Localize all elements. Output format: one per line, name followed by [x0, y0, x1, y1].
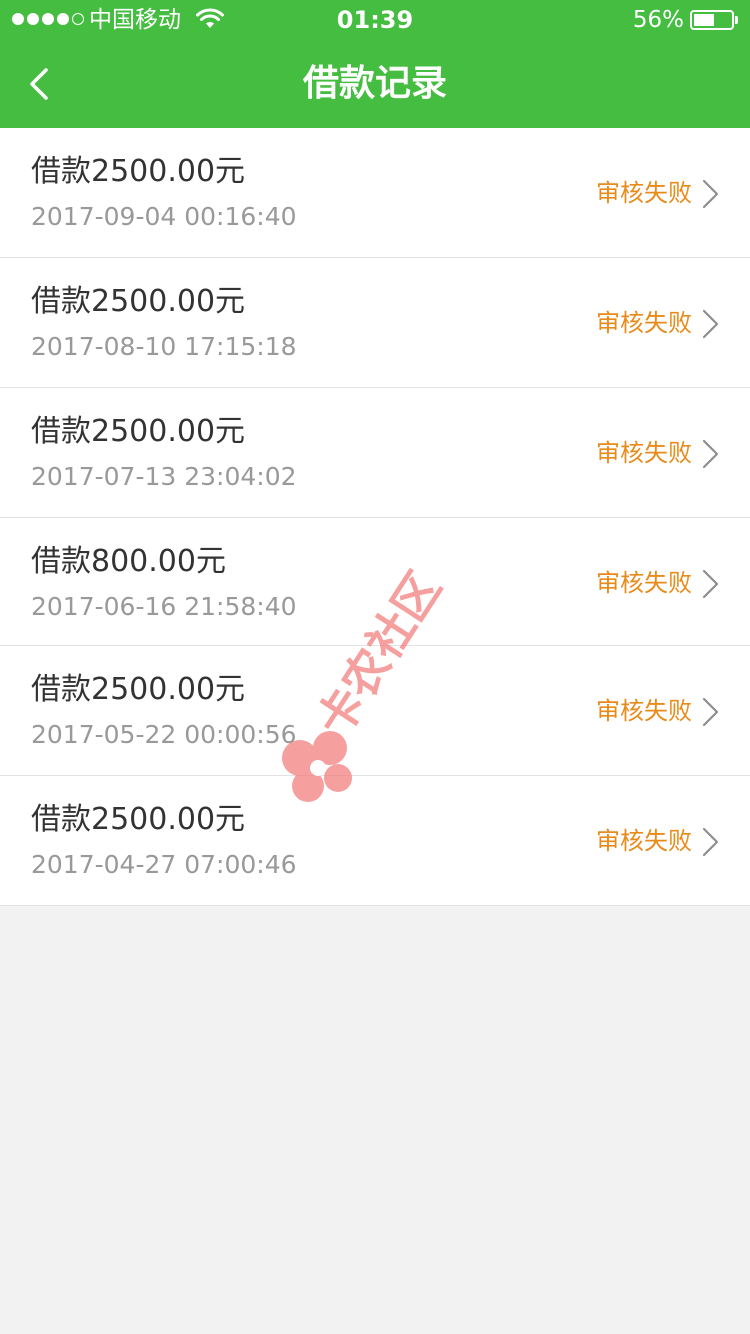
loan-status: 审核失败	[596, 439, 692, 467]
loan-record-row[interactable]: 借款2500.00元 2017-08-10 17:15:18 审核失败	[0, 258, 750, 388]
loan-date: 2017-06-16 21:58:40	[31, 592, 297, 621]
loan-date: 2017-04-27 07:00:46	[31, 850, 297, 879]
chevron-right-icon	[702, 179, 719, 209]
loan-record-row[interactable]: 借款2500.00元 2017-09-04 00:16:40 审核失败	[0, 128, 750, 258]
loan-record-row[interactable]: 借款800.00元 2017-06-16 21:58:40 审核失败	[0, 518, 750, 646]
loan-amount: 借款2500.00元	[31, 802, 246, 837]
loan-record-row[interactable]: 借款2500.00元 2017-07-13 23:04:02 审核失败	[0, 388, 750, 518]
loan-status: 审核失败	[596, 827, 692, 855]
loan-status: 审核失败	[596, 309, 692, 337]
status-bar: 中国移动 01:39 56%	[0, 0, 750, 40]
loan-amount: 借款2500.00元	[31, 414, 246, 449]
battery-icon	[690, 10, 734, 30]
battery-percent: 56%	[632, 7, 684, 33]
loan-date: 2017-09-04 00:16:40	[31, 202, 297, 231]
chevron-right-icon	[702, 697, 719, 727]
loan-record-row[interactable]: 借款2500.00元 2017-04-27 07:00:46 审核失败	[0, 776, 750, 906]
loan-record-row[interactable]: 借款2500.00元 2017-05-22 00:00:56 审核失败	[0, 646, 750, 776]
chevron-right-icon	[702, 309, 719, 339]
loan-amount: 借款800.00元	[31, 544, 226, 579]
chevron-right-icon	[702, 569, 719, 599]
page-title: 借款记录	[302, 63, 447, 104]
loan-date: 2017-08-10 17:15:18	[31, 332, 297, 361]
loan-amount: 借款2500.00元	[31, 154, 246, 189]
loan-status: 审核失败	[596, 697, 692, 725]
loan-status: 审核失败	[596, 569, 692, 597]
loan-record-list: 借款2500.00元 2017-09-04 00:16:40 审核失败 借款25…	[0, 128, 750, 906]
loan-date: 2017-05-22 00:00:56	[31, 720, 297, 749]
battery-level	[694, 14, 714, 26]
loan-amount: 借款2500.00元	[31, 284, 246, 319]
battery-tip	[735, 16, 738, 24]
app-header: 中国移动 01:39 56% 借款记录	[0, 0, 750, 128]
loan-date: 2017-07-13 23:04:02	[31, 462, 297, 491]
chevron-right-icon	[702, 827, 719, 857]
loan-amount: 借款2500.00元	[31, 672, 246, 707]
loan-status: 审核失败	[596, 179, 692, 207]
chevron-right-icon	[702, 439, 719, 469]
